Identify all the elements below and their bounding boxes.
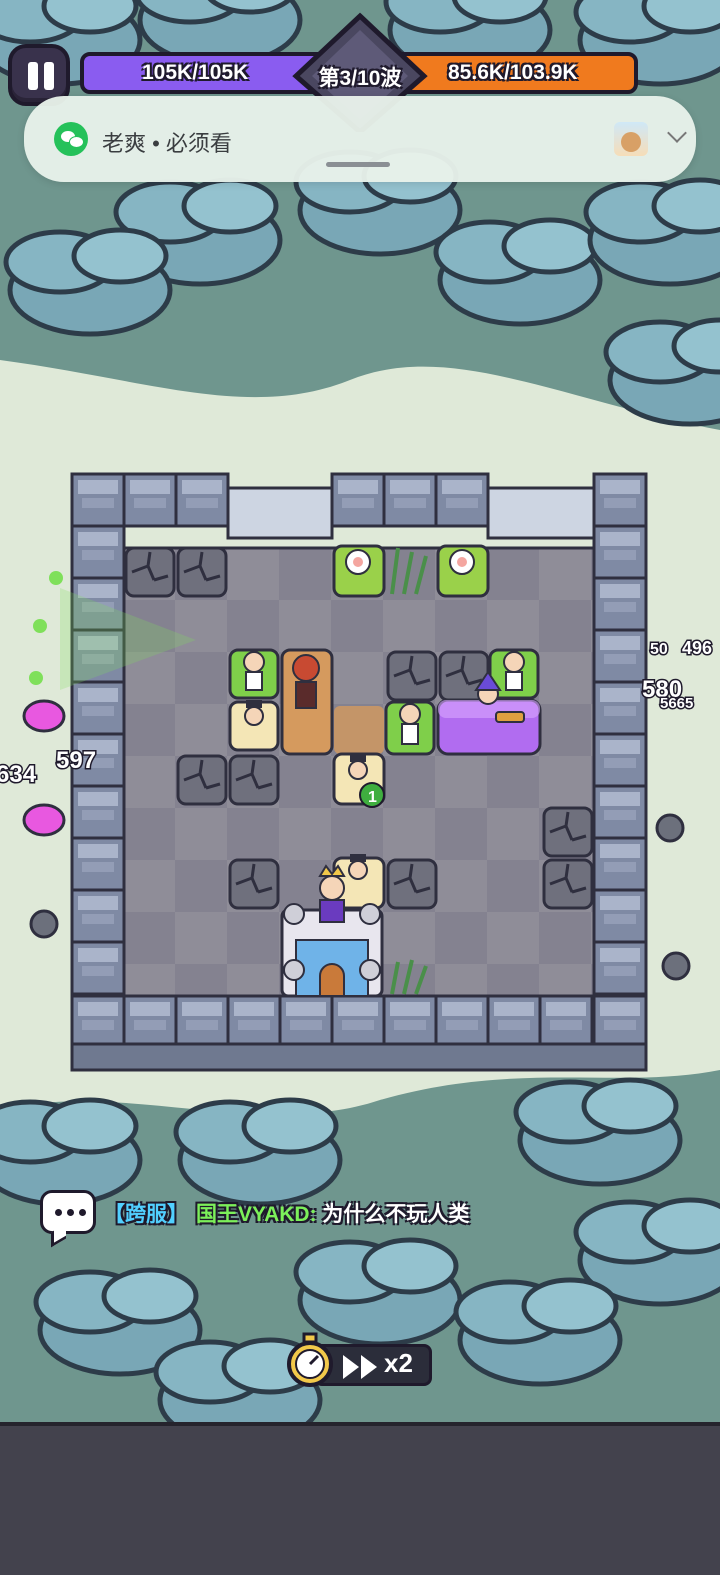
wave-text: 第3/10波 bbox=[318, 67, 402, 90]
chat-message[interactable]: 【跨服】 国王VYAKD: 为什么不玩人类 bbox=[104, 1198, 469, 1228]
chat-sender: 国王VYAKD: bbox=[196, 1203, 317, 1226]
sender-avatar bbox=[614, 122, 648, 156]
enemy-hp-text: 85.6K/103.9K bbox=[448, 61, 578, 84]
drag-handle[interactable] bbox=[326, 162, 390, 167]
tower-level-badge: 1 bbox=[368, 789, 377, 806]
notification-message: 老爽 • 必须看 bbox=[102, 131, 232, 156]
speed-label: x2 bbox=[384, 1348, 413, 1378]
damage-number: 634 bbox=[0, 761, 37, 788]
chat-channel-tag: 【跨服】 bbox=[104, 1203, 188, 1226]
damage-number: 5665 bbox=[660, 695, 693, 712]
enemy-hp-bar: 85.6K/103.9K bbox=[400, 52, 638, 94]
chat-bubble-icon[interactable] bbox=[40, 1190, 96, 1234]
bottom-panel bbox=[0, 1422, 720, 1575]
chevron-down-icon[interactable] bbox=[667, 123, 687, 143]
damage-number: 496 bbox=[682, 638, 712, 658]
damage-number: 597 bbox=[56, 747, 96, 774]
damage-number: 50 bbox=[650, 641, 668, 658]
notification-banner[interactable]: 老爽 • 必须看 bbox=[24, 96, 696, 182]
stopwatch-icon bbox=[287, 1332, 333, 1387]
player-hp-text: 105K/105K bbox=[142, 61, 249, 84]
wechat-icon bbox=[54, 122, 88, 156]
pause-icon bbox=[28, 62, 38, 90]
chat-text: 为什么不玩人类 bbox=[322, 1203, 470, 1226]
speed-toggle-button[interactable]: x2 bbox=[284, 1332, 434, 1390]
